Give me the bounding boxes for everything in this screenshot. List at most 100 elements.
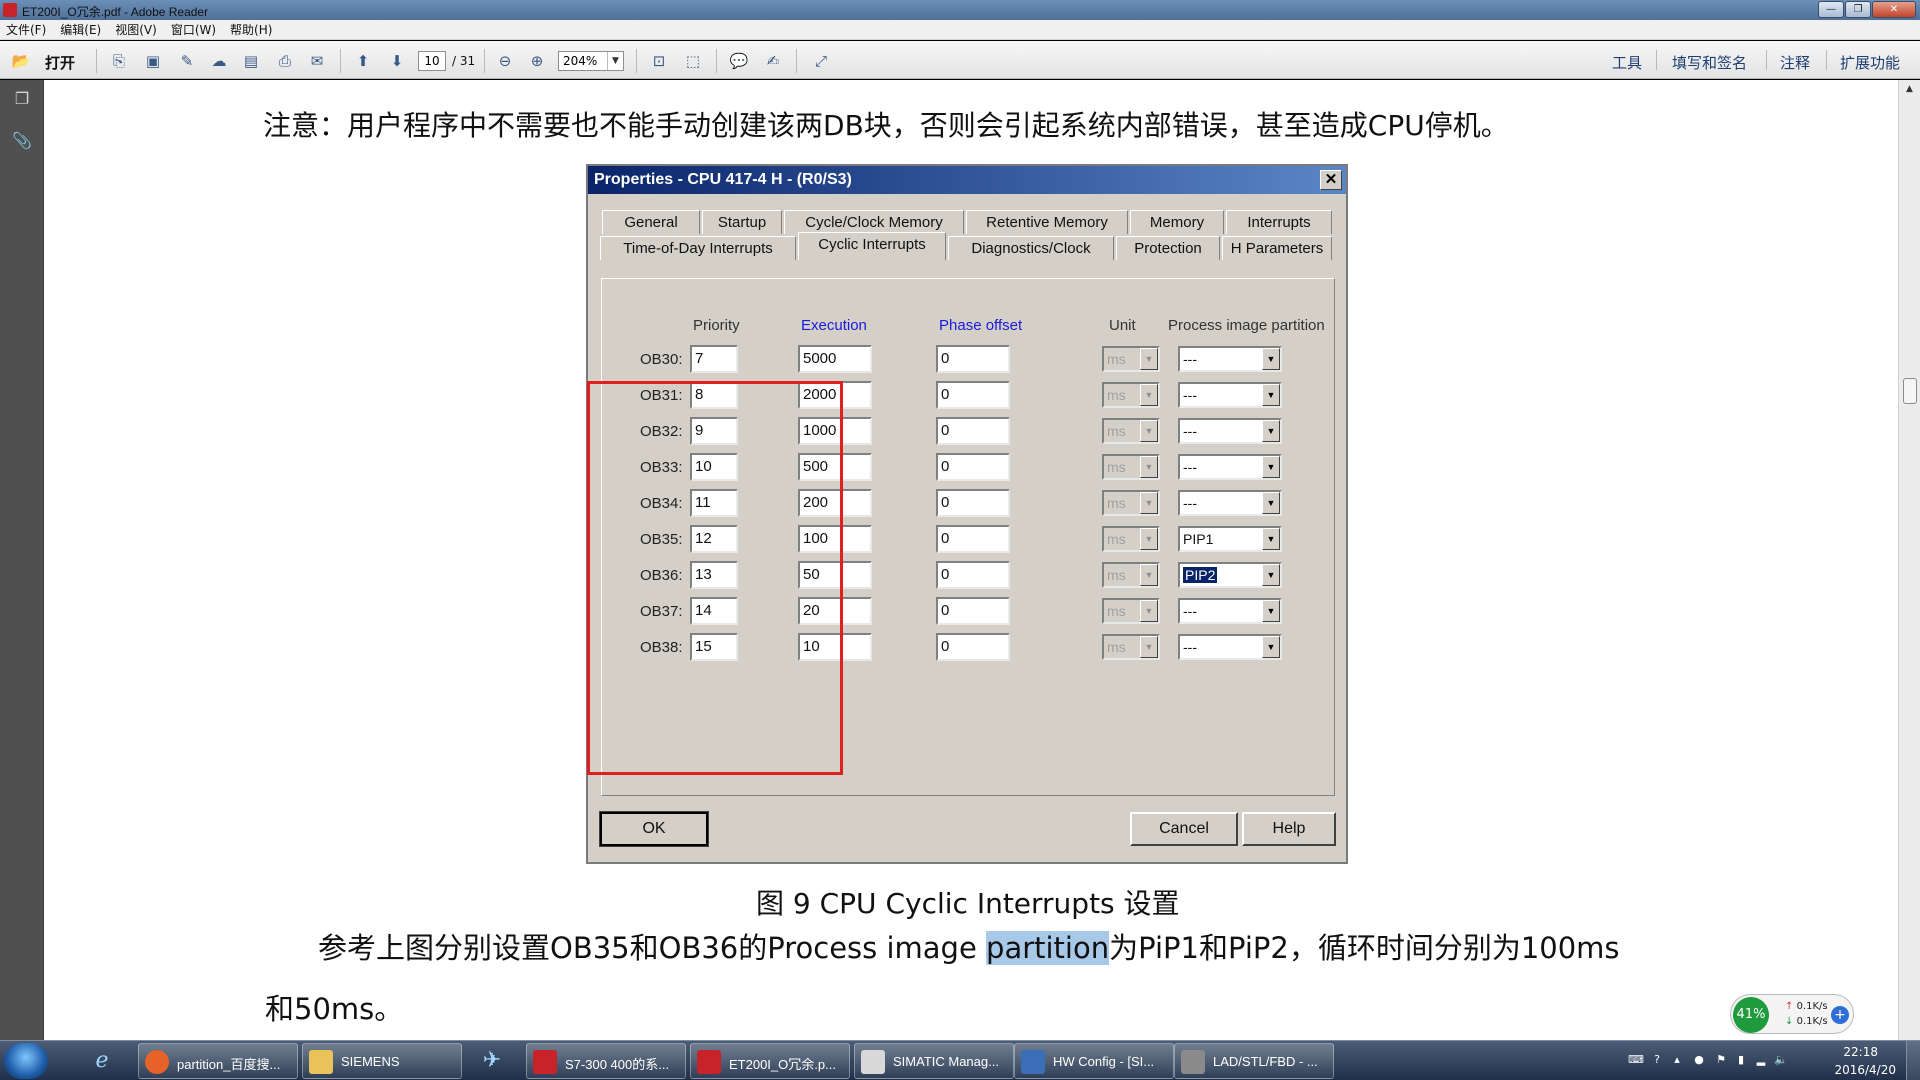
pip-select[interactable]: --- ▼ (1178, 454, 1282, 480)
chevron-down-icon[interactable]: ▼ (1262, 492, 1280, 514)
ok-button[interactable]: OK (599, 811, 709, 847)
tab-startup[interactable]: Startup (702, 210, 782, 234)
tray-status-icon[interactable]: ▮ (1734, 1053, 1748, 1067)
zoom-out-icon[interactable]: ⊖ (494, 50, 516, 72)
keyboard-icon[interactable]: ⌨ (1628, 1053, 1644, 1067)
phase-offset-field[interactable]: 0 (936, 453, 1010, 481)
pip-select[interactable]: --- ▼ (1178, 382, 1282, 408)
pdf-export-icon[interactable]: ▣ (142, 50, 164, 72)
chevron-down-icon[interactable]: ▼ (1262, 384, 1280, 406)
menu-view[interactable]: 视图(V) (115, 21, 157, 38)
flag-icon[interactable]: ⚑ (1714, 1053, 1728, 1067)
tab-protection[interactable]: Protection (1116, 236, 1220, 260)
taskbar-item[interactable]: ET200I_O冗余.p... (690, 1043, 850, 1079)
open-folder-icon[interactable]: 📂 (10, 50, 32, 72)
taskbar-item[interactable]: partition_百度搜... (138, 1043, 298, 1079)
cancel-button[interactable]: Cancel (1130, 812, 1238, 846)
internet-explorer-icon[interactable]: ℯ (76, 1044, 128, 1078)
tab-h-parameters[interactable]: H Parameters (1222, 236, 1332, 260)
attachments-icon[interactable]: 📎 (11, 130, 33, 152)
comment-link[interactable]: 注释 (1780, 52, 1810, 73)
tray-app-icon[interactable]: ● (1692, 1053, 1706, 1067)
tab-interrupts[interactable]: Interrupts (1226, 210, 1332, 234)
zoom-in-icon[interactable]: ⊕ (526, 50, 548, 72)
clock-date[interactable]: 2016/4/20 (1834, 1063, 1896, 1077)
create-pdf-icon[interactable]: ⎘ (108, 50, 130, 72)
chevron-down-icon[interactable]: ▼ (1262, 456, 1280, 478)
tools-link[interactable]: 工具 (1612, 52, 1642, 73)
pip-select[interactable]: --- ▼ (1178, 490, 1282, 516)
scrollbar-thumb[interactable] (1903, 378, 1917, 404)
phase-offset-field[interactable]: 0 (936, 381, 1010, 409)
next-page-icon[interactable]: ⬇ (386, 50, 408, 72)
minimize-button[interactable]: — (1818, 1, 1844, 18)
fit-width-icon[interactable]: ⬚ (682, 50, 704, 72)
restore-button[interactable]: ❐ (1845, 1, 1871, 18)
previous-page-icon[interactable]: ⬆ (352, 50, 374, 72)
phase-offset-field[interactable]: 0 (936, 597, 1010, 625)
fullscreen-icon[interactable]: ⤢ (810, 50, 832, 72)
fill-sign-link[interactable]: 填写和签名 (1672, 52, 1747, 73)
menu-help[interactable]: 帮助(H) (230, 21, 272, 38)
page-number-input[interactable]: 10 (418, 51, 446, 71)
taskbar-item[interactable]: SIMATIC Manag... (854, 1043, 1014, 1079)
pip-select[interactable]: --- ▼ (1178, 346, 1282, 372)
tab-cyclic-interrupts[interactable]: Cyclic Interrupts (798, 232, 946, 260)
priority-field[interactable]: 7 (690, 345, 738, 373)
pip-select[interactable]: --- ▼ (1178, 634, 1282, 660)
help-icon[interactable]: ? (1650, 1053, 1664, 1067)
email-icon[interactable]: ✉ (306, 50, 328, 72)
chevron-down-icon[interactable]: ▼ (1262, 348, 1280, 370)
chevron-down-icon[interactable]: ▼ (1262, 636, 1280, 658)
dialog-close-icon[interactable]: ✕ (1320, 170, 1342, 190)
menu-edit[interactable]: 编辑(E) (60, 21, 101, 38)
save-icon[interactable]: ▤ (240, 50, 262, 72)
tab-general[interactable]: General (602, 210, 700, 234)
cloud-upload-icon[interactable]: ☁ (208, 50, 230, 72)
pip-select[interactable]: --- ▼ (1178, 418, 1282, 444)
fit-page-icon[interactable]: ⊡ (648, 50, 670, 72)
pip-select[interactable]: --- ▼ (1178, 598, 1282, 624)
close-button[interactable]: ✕ (1872, 1, 1916, 18)
network-icon[interactable]: ▂ (1754, 1053, 1768, 1067)
network-speed-widget[interactable]: 41% ↑ 0.1K/s ↓ 0.1K/s + (1730, 994, 1854, 1034)
chevron-down-icon[interactable]: ▼ (1262, 600, 1280, 622)
volume-icon[interactable]: 🔈 (1774, 1053, 1788, 1067)
print-icon[interactable]: ⎙ (274, 50, 296, 72)
pip-select[interactable]: PIP1 ▼ (1178, 526, 1282, 552)
show-desktop-button[interactable] (1906, 1041, 1920, 1080)
highlight-icon[interactable]: ✍ (762, 50, 784, 72)
chevron-down-icon[interactable]: ▼ (1262, 564, 1280, 586)
tab-memory[interactable]: Memory (1130, 210, 1224, 234)
edit-icon[interactable]: ✎ (176, 50, 198, 72)
phase-offset-field[interactable]: 0 (936, 633, 1010, 661)
phase-offset-field[interactable]: 0 (936, 345, 1010, 373)
chevron-down-icon[interactable]: ▼ (1262, 420, 1280, 442)
tray-arrow-icon[interactable]: ▴ (1670, 1053, 1684, 1067)
taskbar-item[interactable]: SIEMENS (302, 1043, 462, 1079)
plus-icon[interactable]: + (1831, 1006, 1849, 1024)
chevron-down-icon[interactable]: ▼ (607, 52, 623, 70)
taskbar-item[interactable]: HW Config - [SI... (1014, 1043, 1174, 1079)
phase-offset-field[interactable]: 0 (936, 525, 1010, 553)
menu-window[interactable]: 窗口(W) (171, 21, 216, 38)
taskbar-item[interactable]: S7-300 400的系... (526, 1043, 686, 1079)
clock-time[interactable]: 22:18 (1843, 1045, 1878, 1059)
open-button[interactable]: 打开 (45, 52, 75, 73)
tab-diagnostics-clock[interactable]: Diagnostics/Clock (948, 236, 1114, 260)
menu-file[interactable]: 文件(F) (6, 21, 46, 38)
zoom-select[interactable]: 204% ▼ (558, 51, 624, 71)
tab-cycle-clock-memory[interactable]: Cycle/Clock Memory (784, 210, 964, 234)
pages-icon[interactable]: ❐ (11, 88, 33, 110)
bird-app-icon[interactable]: ✈ (466, 1044, 518, 1078)
tab-time-of-day-interrupts[interactable]: Time-of-Day Interrupts (600, 236, 796, 260)
execution-field[interactable]: 5000 (798, 345, 872, 373)
pip-select[interactable]: PIP2 ▼ (1178, 562, 1282, 588)
comment-icon[interactable]: 💬 (728, 50, 750, 72)
vertical-scrollbar[interactable]: ▲ (1898, 80, 1920, 1040)
taskbar-item[interactable]: LAD/STL/FBD - ... (1174, 1043, 1334, 1079)
phase-offset-field[interactable]: 0 (936, 561, 1010, 589)
phase-offset-field[interactable]: 0 (936, 489, 1010, 517)
phase-offset-field[interactable]: 0 (936, 417, 1010, 445)
scroll-up-icon[interactable]: ▲ (1906, 84, 1913, 94)
